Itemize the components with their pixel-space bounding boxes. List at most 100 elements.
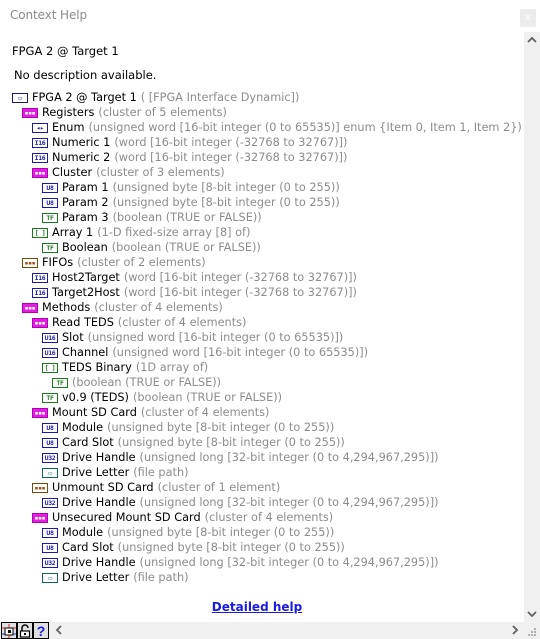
u8-icon: U8 [42, 182, 58, 193]
help-content: FPGA 2 @ Target 1 No description availab… [0, 32, 524, 622]
boolean-icon: TF [42, 242, 58, 253]
element-type: (1D array of) [135, 361, 209, 374]
cluster-icon: ▪▪▪ [22, 257, 38, 268]
element-type: (boolean (TRUE or FALSE)) [111, 241, 261, 254]
tree-row: ▪▪▪ Read TEDS (cluster of 4 elements) [32, 315, 246, 330]
help-heading: FPGA 2 @ Target 1 [12, 44, 119, 58]
tree-row: U8 Card Slot (unsigned byte [8-bit integer… [42, 540, 345, 555]
tree-row: TF Param 3 (boolean (TRUE or FALSE)) [42, 210, 262, 225]
element-name: Card Slot [62, 541, 114, 554]
element-name: Cluster [52, 166, 93, 179]
help-description: No description available. [14, 68, 157, 82]
lock-button[interactable] [17, 622, 33, 639]
element-type: (word [16-bit integer (-32768 to 32767)]… [114, 136, 348, 149]
tree-row: ▪▪▪ Mount SD Card (cluster of 4 elements) [32, 405, 269, 420]
unlock-icon [19, 623, 31, 638]
element-type: (unsigned long [32-bit integer (0 to 4,2… [139, 496, 439, 509]
boolean-icon: TF [42, 392, 58, 403]
u8-icon: U8 [42, 542, 58, 553]
u16-icon: U16 [42, 332, 58, 343]
tree-row: TF (boolean (TRUE or FALSE)) [52, 375, 221, 390]
element-name: TEDS Binary [62, 361, 132, 374]
element-name: Drive Handle [62, 496, 136, 509]
scroll-right-icon[interactable] [508, 622, 522, 639]
element-name: Numeric 2 [52, 151, 111, 164]
fpga-target-icon: ▭ [12, 92, 28, 103]
question-icon: ? [36, 622, 46, 639]
cluster-icon: ▪▪▪ [22, 107, 38, 118]
element-name: Channel [62, 346, 109, 359]
element-type: ( [FPGA Interface Dynamic]) [140, 91, 300, 104]
cluster-icon: ▪▪▪ [22, 302, 38, 313]
scroll-up-icon[interactable] [524, 32, 540, 48]
tree-row: ▭ Drive Letter (file path) [42, 570, 189, 585]
tree-row: I16 Host2Target (word [16-bit integer (-32… [32, 270, 357, 285]
tree-row: U8 Module (unsigned byte [8-bit integer (0… [42, 525, 334, 540]
tree-row: U8 Param 1 (unsigned byte [8-bit integer (… [42, 180, 340, 195]
tree-row: ▪▪▪ Unmount SD Card (cluster of 1 element) [32, 480, 280, 495]
element-name: Param 1 [62, 181, 109, 194]
element-name: Read TEDS [52, 316, 114, 329]
tree-row: ▭ FPGA 2 @ Target 1( [FPGA Interface Dyna… [12, 90, 299, 105]
u32-icon: U32 [42, 557, 58, 568]
element-name: Module [62, 526, 104, 539]
bottom-toolbar: ? [0, 622, 540, 639]
cluster-icon: ▪▪▪ [32, 317, 48, 328]
tree-row: U8 Param 2 (unsigned byte [8-bit integer (… [42, 195, 340, 210]
detailed-help-button[interactable]: ? [33, 622, 49, 639]
enum-icon: ◂▸ [32, 122, 48, 133]
tree-row: U16 Channel (unsigned word [16-bit integer… [42, 345, 368, 360]
path-icon: ▭ [42, 467, 58, 478]
show-optional-terminals-button[interactable] [1, 622, 17, 639]
tree-row: U16 Slot (unsigned word [16-bit integer (0… [42, 330, 343, 345]
element-type: (cluster of 2 elements) [77, 256, 206, 269]
element-name: Methods [42, 301, 91, 314]
element-type: (cluster of 1 element) [157, 481, 281, 494]
tree-row: TF v0.9 (TEDS) (boolean (TRUE or FALSE)) [42, 390, 282, 405]
element-type: (boolean (TRUE or FALSE)) [132, 391, 283, 404]
element-name: Drive Letter [62, 466, 130, 479]
element-type: (boolean (TRUE or FALSE)) [112, 211, 262, 224]
element-name: Numeric 1 [52, 136, 111, 149]
element-name: Card Slot [62, 436, 114, 449]
u32-icon: U32 [42, 497, 58, 508]
title-bar: Context Help x [0, 0, 540, 32]
close-button[interactable]: x [520, 9, 536, 27]
element-name: Target2Host [52, 286, 120, 299]
scroll-down-icon[interactable] [524, 606, 540, 622]
element-name: Slot [62, 331, 84, 344]
tree-row: I16 Target2Host (word [16-bit integer (-32… [32, 285, 357, 300]
tree-row: ▪▪▪ Unsecured Mount SD Card (cluster of 4 … [32, 510, 333, 525]
element-name: Array 1 [52, 226, 94, 239]
element-type: (word [16-bit integer (-32768 to 32767)]… [123, 286, 357, 299]
boolean-icon: TF [52, 377, 68, 388]
tree-row: ▪▪▪ FIFOs (cluster of 2 elements) [22, 255, 206, 270]
element-name: Enum [52, 121, 85, 134]
tree-row: U32 Drive Handle (unsigned long [32-bit in… [42, 555, 439, 570]
u8-icon: U8 [42, 197, 58, 208]
element-type: (cluster of 4 elements) [140, 406, 270, 419]
vertical-scrollbar[interactable] [524, 32, 540, 622]
cluster-icon: ▪▪▪ [32, 512, 48, 523]
element-name: Module [62, 421, 104, 434]
element-type: (1-D fixed-size array [8] of) [97, 226, 251, 239]
u8-icon: U8 [42, 527, 58, 538]
detailed-help-link[interactable]: Detailed help [0, 600, 514, 614]
element-type: (boolean (TRUE or FALSE)) [72, 376, 222, 389]
element-type: (word [16-bit integer (-32768 to 32767)]… [114, 151, 348, 164]
element-type: (unsigned word [16-bit integer (0 to 655… [112, 346, 369, 359]
u16-icon: U16 [42, 347, 58, 358]
element-type: (file path) [133, 466, 189, 479]
element-name: Registers [42, 106, 95, 119]
element-type: (unsigned byte [8-bit integer (0 to 255)… [112, 196, 340, 209]
element-name: Mount SD Card [52, 406, 137, 419]
element-name: v0.9 (TEDS) [62, 391, 129, 404]
tree-row: U32 Drive Handle (unsigned long [32-bit in… [42, 450, 439, 465]
resize-grip-icon[interactable] [526, 626, 538, 638]
scroll-left-icon[interactable] [52, 622, 66, 639]
element-name: Param 2 [62, 196, 109, 209]
element-type: (unsigned byte [8-bit integer (0 to 255)… [117, 541, 345, 554]
u8-icon: U8 [42, 422, 58, 433]
tree-row: ▪▪▪ Cluster (cluster of 3 elements) [32, 165, 225, 180]
element-type: (cluster of 5 elements) [98, 106, 227, 119]
